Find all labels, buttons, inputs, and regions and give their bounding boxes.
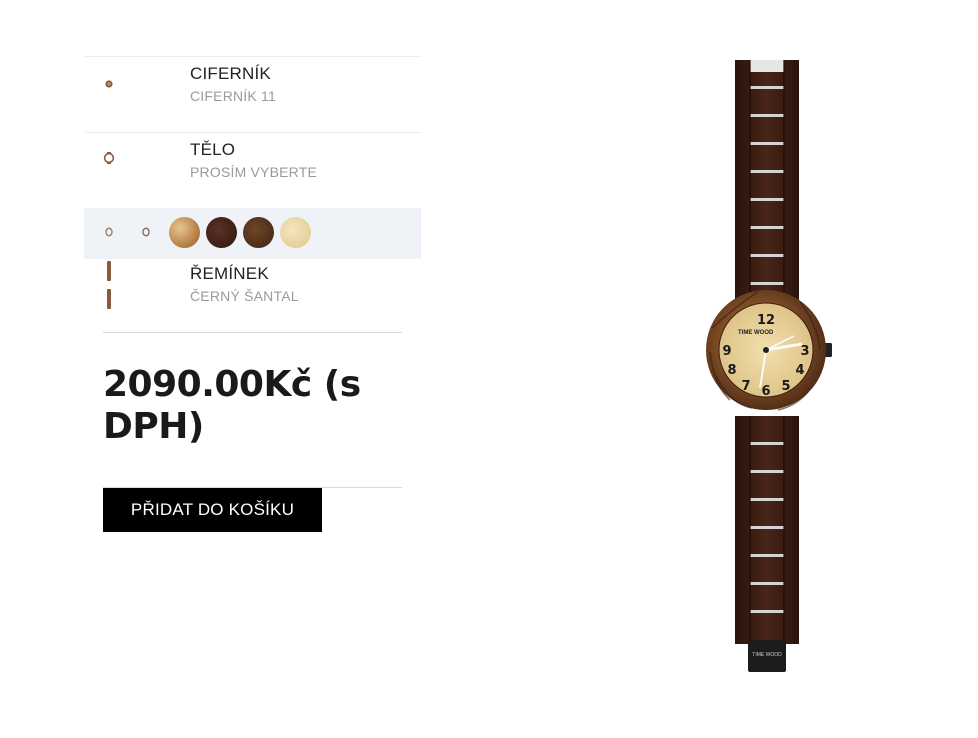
strap-title: ŘEMÍNEK bbox=[190, 264, 269, 283]
body-swatch-bar bbox=[84, 208, 421, 259]
dial-brand-text: TIME WOOD bbox=[738, 330, 774, 336]
swatch-zebrano[interactable] bbox=[169, 217, 200, 248]
svg-text:9: 9 bbox=[722, 344, 731, 359]
case-small-icon bbox=[105, 227, 113, 237]
clasp-brand-text: TIME WOOD bbox=[752, 652, 782, 658]
case-outline-icon bbox=[142, 227, 150, 237]
svg-text:4: 4 bbox=[795, 363, 804, 378]
wooden-watch-icon: TIME WOOD 12 3 4 5 6 7 8 9 TIME WOOD bbox=[706, 60, 832, 672]
body-title: TĚLO bbox=[190, 140, 236, 159]
add-to-cart-button[interactable]: PŘIDAT DO KOŠÍKU bbox=[103, 488, 322, 532]
dial-value: CIFERNÍK 11 bbox=[190, 88, 276, 104]
swatch-dark-sandal[interactable] bbox=[206, 217, 237, 248]
dial-option-row[interactable]: CIFERNÍK CIFERNÍK 11 bbox=[84, 56, 421, 132]
watch-preview-image: TIME WOOD 12 3 4 5 6 7 8 9 TIME WOOD bbox=[700, 56, 840, 676]
svg-text:8: 8 bbox=[727, 363, 736, 378]
body-value: PROSÍM VYBERTE bbox=[190, 164, 318, 180]
svg-text:5: 5 bbox=[781, 379, 790, 394]
divider-top bbox=[103, 332, 402, 333]
swatch-walnut[interactable] bbox=[243, 217, 274, 248]
strap-value: ČERNÝ ŠANTAL bbox=[190, 288, 299, 304]
watch-case-icon bbox=[103, 152, 115, 164]
svg-text:12: 12 bbox=[757, 313, 775, 328]
svg-text:7: 7 bbox=[741, 379, 750, 394]
svg-text:3: 3 bbox=[800, 344, 809, 359]
swatch-maple[interactable] bbox=[280, 217, 311, 248]
body-option-row[interactable]: TĚLO PROSÍM VYBERTE bbox=[84, 132, 421, 208]
strap-bottom-icon bbox=[107, 289, 111, 309]
dial-title: CIFERNÍK bbox=[190, 64, 271, 83]
dial-icon bbox=[105, 80, 113, 88]
strap-top-icon bbox=[107, 261, 111, 281]
strap-option-row[interactable]: ŘEMÍNEK ČERNÝ ŠANTAL bbox=[84, 259, 421, 333]
price: 2090.00Kč (s DPH) bbox=[103, 364, 361, 447]
svg-text:6: 6 bbox=[761, 384, 770, 399]
watch-configurator: CIFERNÍK CIFERNÍK 11 TĚLO PROSÍM VYBERTE… bbox=[84, 56, 421, 333]
